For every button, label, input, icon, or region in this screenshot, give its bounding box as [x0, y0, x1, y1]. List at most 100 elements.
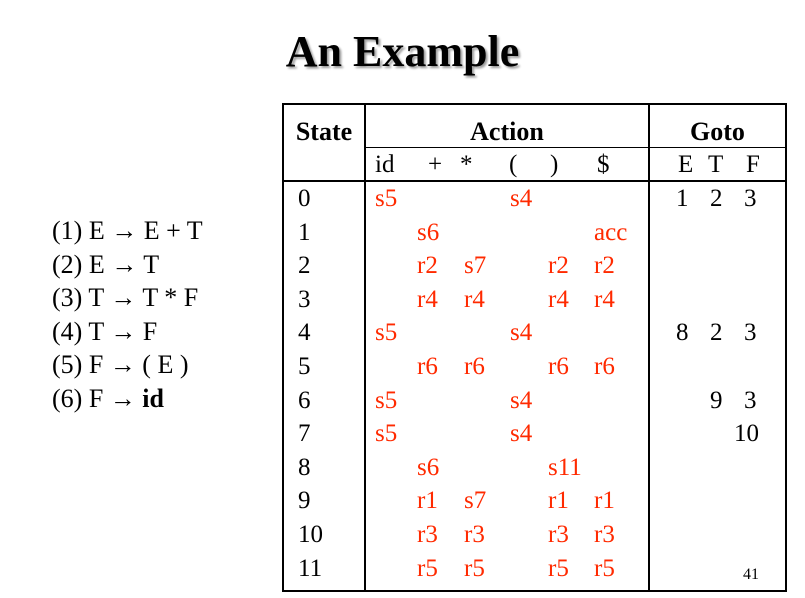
action-cell: s4 [510, 420, 533, 448]
state-cell: 3 [298, 285, 311, 313]
action-cell: r2 [417, 252, 438, 280]
action-cell: r5 [464, 554, 485, 582]
rule-number: (6) [52, 383, 83, 413]
action-cell: r4 [594, 285, 615, 313]
rule-number: (5) [52, 350, 83, 379]
page-number: 41 [743, 566, 759, 583]
grammar-rules: (1) E → E + T (2) E → T (3) T → T * F (4) T… [52, 214, 203, 415]
action-cell: r6 [594, 353, 615, 380]
goto-symbol-header: T [708, 151, 724, 178]
action-cell: s5 [375, 185, 398, 212]
goto-symbol-header: E [678, 151, 694, 178]
action-cell: r3 [548, 521, 569, 548]
header-bottom-rule [284, 180, 785, 182]
header-divider [364, 147, 785, 148]
action-symbol-header: ( [509, 151, 518, 178]
rule-rhs: F [142, 316, 158, 346]
header-action: Action [470, 117, 544, 146]
state-cell: 8 [298, 453, 311, 481]
rule-rhs: ( E ) [142, 350, 189, 379]
rule-rhs-bold: id [142, 383, 164, 413]
action-symbol-header: ) [550, 151, 559, 178]
action-cell: s4 [510, 185, 533, 212]
action-cell: r1 [548, 487, 569, 515]
grammar-rule: (4) T → F [52, 315, 203, 349]
parse-table: State Action Goto id + *() $ E T F 0 s5 s4 1 2 3 1 s6 a… [282, 103, 787, 592]
goto-cell: 9 [710, 386, 723, 414]
action-cell: r1 [417, 487, 438, 515]
action-cell: s7 [464, 252, 487, 280]
state-cell: 0 [298, 185, 311, 212]
action-cell: r6 [464, 353, 485, 380]
action-cell: r4 [417, 285, 438, 313]
action-cell: s11 [548, 453, 582, 481]
rule-lhs: F [88, 350, 104, 379]
action-cell: r3 [594, 521, 615, 548]
state-cell: 2 [298, 252, 311, 280]
rule-lhs: F [88, 383, 104, 413]
action-cell: r5 [417, 554, 438, 582]
state-cell: 7 [298, 420, 311, 448]
state-cell: 10 [298, 521, 323, 548]
action-cell: s7 [464, 487, 487, 515]
action-symbol-header: + [428, 151, 443, 178]
divider-action-goto [648, 105, 650, 590]
header-state: State [295, 117, 353, 146]
rule-lhs: T [88, 316, 104, 346]
action-cell: r5 [594, 554, 615, 582]
goto-cell: 8 [676, 319, 689, 347]
action-cell: r4 [548, 285, 569, 313]
grammar-rule: (1) E → E + T [52, 214, 203, 248]
rule-number: (3) [52, 283, 83, 312]
slide-title: An Example [285, 27, 520, 76]
arrow-icon: → [110, 316, 137, 346]
divider-state-action [364, 105, 366, 590]
goto-cell: 1 [676, 185, 689, 212]
goto-cell: 2 [710, 319, 723, 347]
arrow-icon: → [109, 383, 136, 413]
rule-number: (2) [52, 249, 83, 279]
action-cell: r3 [464, 521, 485, 548]
header-goto: Goto [690, 117, 745, 146]
rule-number: (1) [52, 216, 83, 245]
action-cell: acc [594, 218, 628, 246]
rule-lhs: E [88, 216, 105, 245]
grammar-rule: (6) F → id [52, 382, 203, 416]
state-cell: 1 [298, 218, 311, 246]
grammar-rule: (5) F → ( E ) [52, 348, 203, 382]
grammar-rule: (3) T → T * F [52, 281, 203, 315]
action-cell: s6 [417, 453, 440, 481]
action-cell: s4 [510, 319, 533, 347]
action-cell: r2 [548, 252, 569, 280]
arrow-icon: → [110, 283, 137, 312]
action-symbol-header: id [375, 151, 395, 178]
rule-rhs: E + T [143, 216, 203, 245]
arrow-icon: → [111, 216, 138, 245]
rule-lhs: E [88, 249, 105, 279]
arrow-icon: → [111, 249, 138, 279]
action-cell: s5 [375, 420, 398, 448]
state-cell: 9 [298, 487, 311, 515]
action-cell: s4 [510, 386, 533, 414]
rule-number: (4) [52, 316, 83, 346]
action-cell: s6 [417, 218, 440, 246]
goto-symbol-header: F [746, 151, 760, 178]
goto-cell: 10 [734, 420, 759, 448]
grammar-rule: (2) E → T [52, 248, 203, 282]
state-cell: 6 [298, 386, 311, 414]
state-cell: 4 [298, 319, 311, 347]
state-cell: 5 [298, 353, 311, 380]
rule-rhs: T * F [142, 283, 199, 312]
action-cell: r2 [594, 252, 615, 280]
arrow-icon: → [109, 350, 136, 379]
rule-lhs: T [88, 283, 104, 312]
action-symbol-header: * [460, 151, 473, 178]
rule-rhs: T [143, 249, 160, 279]
action-cell: r6 [417, 353, 438, 380]
action-symbol-header: $ [597, 151, 610, 178]
goto-cell: 2 [710, 185, 723, 212]
action-cell: r3 [417, 521, 438, 548]
goto-cell: 3 [744, 319, 757, 347]
action-cell: s5 [375, 386, 398, 414]
goto-cell: 3 [744, 386, 757, 414]
